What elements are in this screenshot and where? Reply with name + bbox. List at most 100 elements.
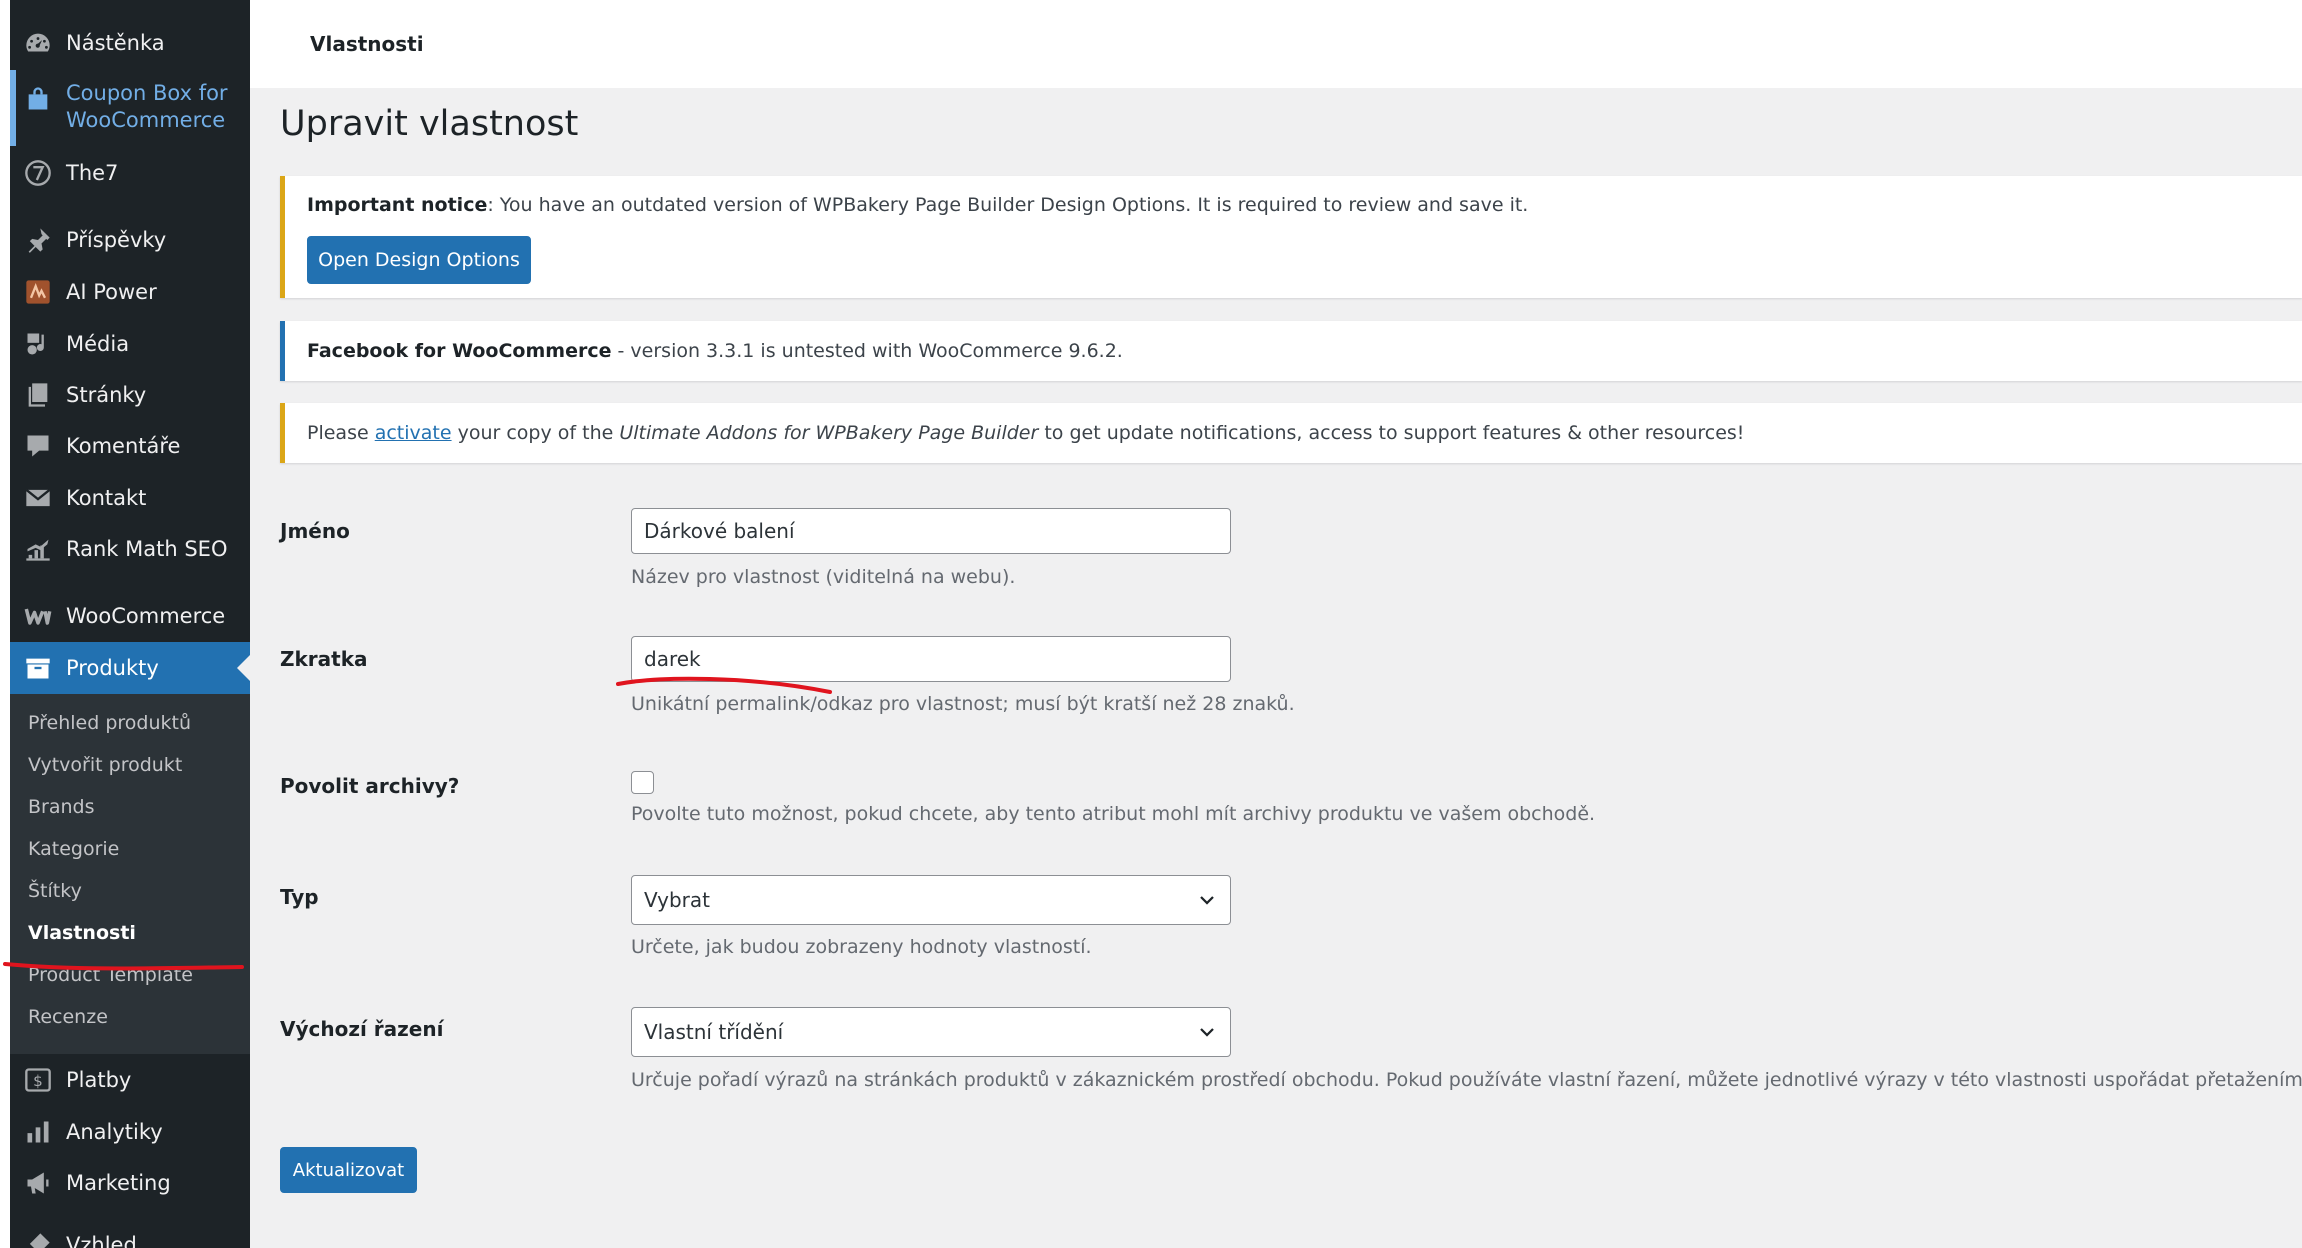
update-button[interactable]: Aktualizovat <box>280 1147 417 1193</box>
archive-label: Povolit archivy? <box>280 774 460 798</box>
sidebar-item-label: Média <box>66 332 130 356</box>
sidebar-item-media[interactable]: Média <box>10 327 250 361</box>
payments-icon: $ <box>23 1065 53 1095</box>
notice-text: Please activate your copy of the Ultimat… <box>307 422 1744 444</box>
name-label: Jméno <box>280 519 350 543</box>
sidebar-item-comments[interactable]: Komentáře <box>10 429 250 463</box>
notice-plugin-name: Ultimate Addons for WPBakery Page Builde… <box>619 422 1039 444</box>
submenu-item-tags[interactable]: Štítky <box>28 880 82 902</box>
sidebar-item-products[interactable]: Produkty <box>10 642 250 694</box>
sidebar-item-coupon-box[interactable]: Coupon Box for WooCommerce <box>10 80 250 142</box>
the7-icon <box>23 158 53 188</box>
slug-input[interactable]: darek <box>631 636 1231 682</box>
comments-icon <box>23 431 53 461</box>
order-select-value: Vlastní třídění <box>644 1020 784 1044</box>
submenu-item-reviews[interactable]: Recenze <box>28 1006 108 1028</box>
sidebar-item-appearance[interactable]: Vzhled <box>10 1228 250 1248</box>
notice-prefix: Please <box>307 422 375 444</box>
sidebar-item-rank-math[interactable]: Rank Math SEO <box>10 532 250 566</box>
sidebar-item-label: Coupon Box for WooCommerce <box>66 80 228 134</box>
submenu-item-attributes[interactable]: Vlastnosti <box>28 922 136 944</box>
order-description: Určuje pořadí výrazů na stránkách produk… <box>631 1069 2302 1091</box>
name-input[interactable]: Dárkové balení <box>631 508 1231 554</box>
analytics-icon <box>23 1117 53 1147</box>
coupon-label-line2: WooCommerce <box>66 108 226 132</box>
chevron-down-icon <box>1200 896 1214 905</box>
appearance-icon <box>23 1230 53 1248</box>
ultimate-addons-notice: Please activate your copy of the Ultimat… <box>280 403 2302 463</box>
sidebar-item-label: Komentáře <box>66 434 181 458</box>
submenu-item-add-product[interactable]: Vytvořit produkt <box>28 754 182 776</box>
sidebar-item-posts[interactable]: Příspěvky <box>10 223 250 257</box>
sidebar-item-label: Nástěnka <box>66 31 165 55</box>
notice-suffix: to get update notifications, access to s… <box>1038 422 1745 444</box>
sidebar-item-label: AI Power <box>66 280 157 304</box>
submenu-item-all-products[interactable]: Přehled produktů <box>28 712 191 734</box>
sidebar-item-marketing[interactable]: Marketing <box>10 1166 250 1200</box>
sidebar-item-label: Platby <box>66 1068 132 1092</box>
notice-text: Facebook for WooCommerce - version 3.3.1… <box>307 340 1123 362</box>
type-description: Určete, jak budou zobrazeny hodnoty vlas… <box>631 936 1092 958</box>
open-design-options-button[interactable]: Open Design Options <box>307 236 531 284</box>
sidebar-item-analytics[interactable]: Analytiky <box>10 1115 250 1149</box>
sidebar-item-label: Vzhled <box>66 1233 137 1248</box>
activate-link[interactable]: activate <box>375 422 452 444</box>
sidebar-item-woocommerce[interactable]: WooCommerce <box>10 599 250 633</box>
sidebar-item-contact[interactable]: Kontakt <box>10 481 250 515</box>
type-label: Typ <box>280 885 319 909</box>
wpbakery-notice: Important notice: You have an outdated v… <box>280 176 2302 298</box>
sidebar-item-label: Rank Math SEO <box>66 537 228 561</box>
products-icon <box>23 653 53 683</box>
notice-bold: Important notice <box>307 194 488 216</box>
sidebar-item-label: Marketing <box>66 1171 171 1195</box>
woocommerce-icon <box>23 601 53 631</box>
slug-label: Zkratka <box>280 647 368 671</box>
window-edge <box>0 0 10 1248</box>
submenu-item-brands[interactable]: Brands <box>28 796 95 818</box>
media-icon <box>23 329 53 359</box>
coupon-label-line1: Coupon Box for <box>66 81 228 105</box>
header-title: Vlastnosti <box>310 32 424 56</box>
sidebar-item-label: The7 <box>66 161 119 185</box>
page-title: Upravit vlastnost <box>280 104 579 144</box>
svg-text:$: $ <box>33 1072 43 1090</box>
sidebar-item-label: Kontakt <box>66 486 147 510</box>
sidebar-item-label: Analytiky <box>66 1120 163 1144</box>
archive-description: Povolte tuto možnost, pokud chcete, aby … <box>631 803 1596 825</box>
notice-bold: Facebook for WooCommerce <box>307 340 612 362</box>
chevron-down-icon <box>1200 1028 1214 1037</box>
name-description: Název pro vlastnost (viditelná na webu). <box>631 566 1016 588</box>
default-order-select[interactable]: Vlastní třídění <box>631 1007 1231 1057</box>
facebook-notice: Facebook for WooCommerce - version 3.3.1… <box>280 321 2302 381</box>
admin-sidebar: Nástěnka Coupon Box for WooCommerce The7… <box>10 0 250 1248</box>
enable-archives-checkbox[interactable] <box>631 771 654 794</box>
coupon-box-icon <box>23 84 53 114</box>
pages-icon <box>23 380 53 410</box>
order-label: Výchozí řazení <box>280 1017 444 1041</box>
sidebar-item-the7[interactable]: The7 <box>10 156 250 190</box>
ai-power-icon <box>23 277 53 307</box>
products-submenu: Přehled produktů Vytvořit produkt Brands… <box>10 694 250 1054</box>
name-input-value: Dárkové balení <box>644 519 795 543</box>
notice-text: Important notice: You have an outdated v… <box>307 194 1528 216</box>
sidebar-item-label: WooCommerce <box>66 604 226 628</box>
slug-description: Unikátní permalink/odkaz pro vlastnost; … <box>631 693 1295 715</box>
megaphone-icon <box>23 1168 53 1198</box>
dashboard-icon <box>23 28 53 58</box>
sidebar-item-ai-power[interactable]: AI Power <box>10 275 250 309</box>
sidebar-item-label: Stránky <box>66 383 147 407</box>
mail-icon <box>23 483 53 513</box>
slug-input-value: darek <box>644 647 701 671</box>
sidebar-item-payments[interactable]: $ Platby <box>10 1063 250 1097</box>
rank-math-icon <box>23 534 53 564</box>
sidebar-item-pages[interactable]: Stránky <box>10 378 250 412</box>
submenu-item-product-template[interactable]: Product Template <box>28 964 193 986</box>
submenu-item-categories[interactable]: Kategorie <box>28 838 119 860</box>
active-menu-arrow <box>237 655 250 681</box>
page-header: Vlastnosti <box>250 0 2302 88</box>
type-select[interactable]: Vybrat <box>631 875 1231 925</box>
sidebar-item-label: Produkty <box>66 656 159 680</box>
sidebar-item-dashboard[interactable]: Nástěnka <box>10 26 250 60</box>
notice-middle: your copy of the <box>451 422 620 444</box>
notice-message: - version 3.3.1 is untested with WooComm… <box>611 340 1123 362</box>
